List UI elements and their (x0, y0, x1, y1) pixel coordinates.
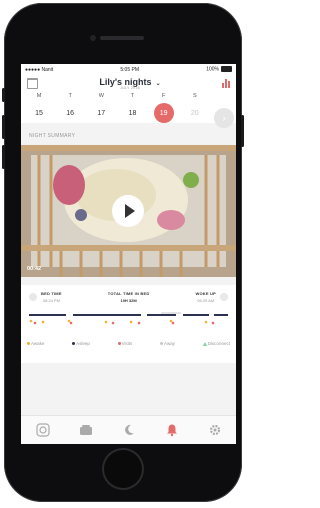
carrier-label: ●●●●● Nanit (25, 66, 54, 73)
app-header: Lily's nights ⌄ JULY 2016 (21, 75, 236, 91)
tab-nights[interactable] (119, 420, 139, 440)
total-time-label: TOTAL TIME IN BED (107, 291, 150, 296)
day-wed[interactable]: W 17 (89, 93, 113, 123)
tab-media[interactable] (76, 420, 96, 440)
power-button (241, 115, 244, 147)
legend-awake: Awake (27, 341, 44, 346)
front-camera (90, 35, 96, 41)
day-fri-selected[interactable]: F 19 (152, 93, 176, 123)
chevron-right-icon: › (222, 112, 226, 124)
stats-chart-icon[interactable] (222, 78, 230, 88)
woke-up-value: 06:29 AM (197, 298, 215, 303)
volume-up-button (2, 115, 5, 139)
home-button[interactable] (102, 448, 144, 490)
tab-alerts[interactable] (162, 420, 182, 440)
title-dropdown[interactable]: Lily's nights ⌄ JULY 2016 (99, 77, 160, 90)
tab-settings[interactable] (205, 420, 225, 440)
battery-icon (221, 66, 232, 73)
chevron-down-icon: ⌄ (155, 80, 161, 87)
day-sat: S 20 (190, 93, 199, 117)
night-video[interactable]: 00:42 (21, 145, 236, 277)
earpiece-speaker (100, 36, 144, 40)
total-time-value: 10H 32M (120, 298, 137, 303)
moon-icon (29, 293, 37, 301)
woke-up-block: WOKE UP 06:29 AM (195, 291, 228, 303)
mute-switch (2, 88, 5, 102)
cloud-icon (219, 293, 228, 301)
bed-time-label: BED TIME (41, 291, 62, 296)
bell-icon (166, 424, 177, 437)
sleep-timeline (29, 312, 228, 325)
camera-icon (35, 423, 50, 437)
legend-visits: Visits (117, 341, 132, 346)
calendar-icon[interactable] (27, 77, 38, 89)
sleep-summary-card: BED TIME 08:24 PM TOTAL TIME IN BED 10H … (21, 285, 236, 363)
week-strip: M 15 T 16 W 17 T 18 F 19 S 20 (21, 91, 236, 123)
clock: 5:05 PM (120, 66, 139, 73)
tab-camera[interactable] (33, 420, 53, 440)
battery-percent: 100% (206, 66, 219, 73)
next-week-button[interactable]: › (214, 108, 234, 128)
video-duration: 00:42 (27, 266, 42, 272)
legend-asleep: Asleep (72, 341, 90, 346)
app-screen: ●●●●● Nanit 5:05 PM 100% Lily's nights ⌄ … (21, 64, 236, 444)
bed-time-value: 08:24 PM (42, 298, 60, 303)
legend-away: Away (160, 341, 175, 346)
day-mon[interactable]: M 15 (27, 93, 51, 123)
legend-disconnect: Disconnect (202, 341, 230, 346)
folder-icon (79, 425, 92, 435)
section-label: NIGHT SUMMARY (29, 133, 76, 139)
moon-tab-icon (124, 424, 134, 435)
battery-indicator: 100% (206, 66, 232, 73)
day-thu[interactable]: T 18 (120, 93, 144, 123)
day-tue[interactable]: T 16 (58, 93, 82, 123)
bed-time-block: BED TIME 08:24 PM (29, 291, 62, 303)
play-button[interactable] (112, 195, 144, 227)
status-bar: ●●●●● Nanit 5:05 PM 100% (21, 64, 236, 75)
volume-down-button (2, 145, 5, 169)
tab-bar (21, 415, 236, 444)
woke-up-label: WOKE UP (195, 291, 216, 296)
summary-section: NIGHT SUMMARY 00:42 BED TIME 08:24 PM TO… (21, 123, 236, 444)
gear-icon (209, 424, 220, 436)
total-time-block: TOTAL TIME IN BED 10H 32M (108, 291, 150, 303)
timeline-legend: Awake Asleep Visits Away Disconnect (21, 341, 236, 346)
